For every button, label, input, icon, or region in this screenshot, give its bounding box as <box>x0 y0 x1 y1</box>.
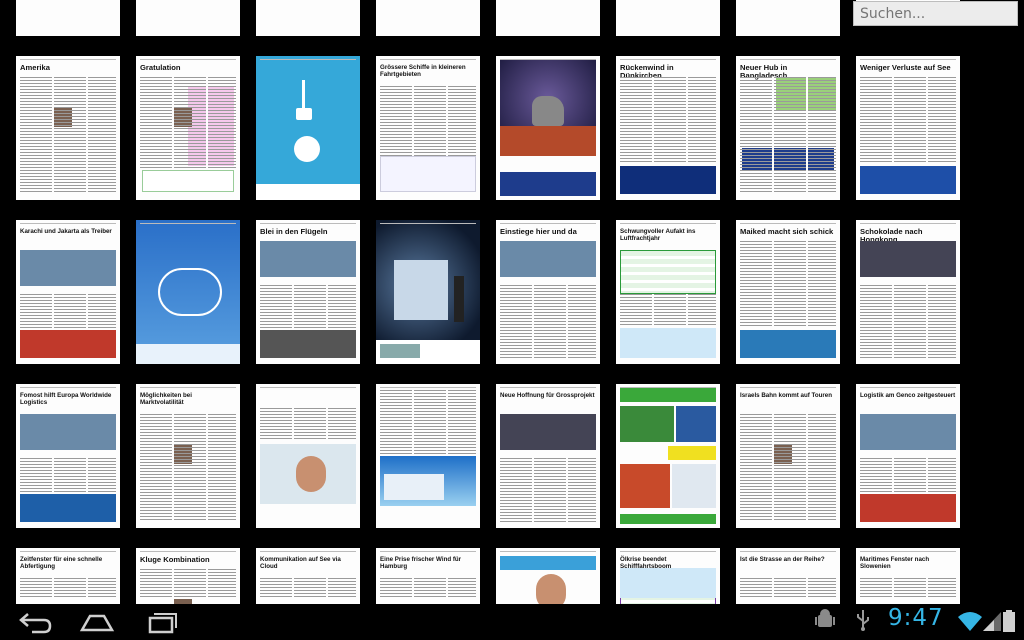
page-thumbnail[interactable]: Schwungvoller Aufakt ins Luftfrachtjahr <box>616 220 720 364</box>
page-thumbnail[interactable]: Fomost hilft Europa Worldwide Logistics <box>16 384 120 528</box>
page-thumbnail[interactable]: Maiked macht sich schick <box>736 220 840 364</box>
page-headline: Eine Prise frischer Wind für Hamburg <box>380 556 462 570</box>
page-thumbnail[interactable]: Neuer Hub in Bangladesch <box>736 56 840 200</box>
page-thumbnail-partial[interactable] <box>256 0 360 36</box>
page-thumbnail[interactable]: Möglichkeiten bei Marktvolatilität <box>136 384 240 528</box>
page-headline: Maritimes Fenster nach Slowenien <box>860 556 930 570</box>
page-thumbnail[interactable] <box>616 384 720 528</box>
page-thumbnail[interactable]: Schokolade nach Hongkong <box>856 220 960 364</box>
page-thumbnail[interactable]: Maritimes Fenster nach Slowenien <box>856 548 960 604</box>
page-thumbnail[interactable]: Israels Bahn kommt auf Touren <box>736 384 840 528</box>
page-thumbnail[interactable]: Kommunikation auf See via Cloud <box>256 548 360 604</box>
page-thumbnail[interactable]: Kluge Kombination <box>136 548 240 604</box>
recent-apps-button[interactable] <box>138 608 182 636</box>
page-thumbnail[interactable]: Gratulation <box>136 56 240 200</box>
page-thumbnail[interactable]: Logistik am Genco zeitgesteuert <box>856 384 960 528</box>
home-button[interactable] <box>74 608 118 636</box>
page-headline: Fomost hilft Europa Worldwide Logistics <box>20 392 112 406</box>
page-thumbnail[interactable]: Karachi und Jakarta als Treiber <box>16 220 120 364</box>
page-headline: Kluge Kombination <box>140 555 210 564</box>
debug-android-icon <box>815 609 835 627</box>
page-thumbnail-partial[interactable] <box>736 0 840 36</box>
wifi-icon <box>958 612 982 631</box>
page-thumbnail-partial[interactable] <box>16 0 120 36</box>
page-headline: Einstiege hier und da <box>500 227 577 236</box>
page-thumbnail-partial[interactable] <box>376 0 480 36</box>
page-thumbnail-partial[interactable] <box>616 0 720 36</box>
page-headline: Weniger Verluste auf See <box>860 63 951 72</box>
page-thumbnail-partial[interactable] <box>496 0 600 36</box>
page-headline: Schwungvoller Aufakt ins Luftfrachtjahr <box>620 228 696 242</box>
page-thumbnail[interactable] <box>496 548 600 604</box>
page-thumbnail[interactable]: Grössere Schiffe in kleineren Fahrtgebie… <box>376 56 480 200</box>
back-button[interactable] <box>12 608 56 636</box>
page-thumbnail[interactable] <box>376 384 480 528</box>
page-headline: Gratulation <box>140 63 181 72</box>
page-headline: Amerika <box>20 63 50 72</box>
page-thumbnail[interactable] <box>256 384 360 528</box>
page-thumbnail[interactable]: Blei in den Flügeln <box>256 220 360 364</box>
usb-icon <box>857 610 869 631</box>
home-icon <box>79 614 115 632</box>
page-thumbnail[interactable]: Zeitfenster für eine schnelle Abfertigun… <box>16 548 120 604</box>
page-thumbnail[interactable] <box>496 56 600 200</box>
page-headline: Möglichkeiten bei Marktvolatilität <box>140 392 192 406</box>
page-headline: Karachi und Jakarta als Treiber <box>20 228 112 235</box>
page-thumbnail[interactable] <box>136 220 240 364</box>
page-thumbnail[interactable]: Weniger Verluste auf See <box>856 56 960 200</box>
page-thumbnail[interactable]: Ist die Strasse an der Reihe? <box>736 548 840 604</box>
page-headline: Zeitfenster für eine schnelle Abfertigun… <box>20 556 103 570</box>
back-icon <box>19 613 52 634</box>
page-headline: Kommunikation auf See via Cloud <box>260 556 341 570</box>
page-headline: Grössere Schiffe in kleineren Fahrtgebie… <box>380 64 466 78</box>
recent-apps-icon <box>148 613 177 634</box>
page-headline: Blei in den Flügeln <box>260 227 328 236</box>
page-thumbnail[interactable]: Einstiege hier und da <box>496 220 600 364</box>
status-clock: 9:47 <box>888 605 944 631</box>
page-thumbnail[interactable]: Rückenwind in Dünkirchen <box>616 56 720 200</box>
page-headline: Maiked macht sich schick <box>740 227 834 236</box>
page-thumbnail-partial[interactable] <box>136 0 240 36</box>
page-thumbnail[interactable]: Eine Prise frischer Wind für Hamburg <box>376 548 480 604</box>
page-headline: Ist die Strasse an der Reihe? <box>740 556 825 563</box>
page-headline: Logistik am Genco zeitgesteuert <box>860 392 956 399</box>
page-thumbnail[interactable]: Neue Hoffnung für Grossprojekt <box>496 384 600 528</box>
page-thumbnail[interactable]: Amerika <box>16 56 120 200</box>
page-thumbnail[interactable] <box>256 56 360 200</box>
magazine-page-grid: Amerika Gratulation Grössere Schiffe in kl… <box>0 0 1024 604</box>
page-thumbnail[interactable] <box>376 220 480 364</box>
page-headline: Neue Hoffnung für Grossprojekt <box>500 392 595 399</box>
signal-icon <box>983 612 1001 631</box>
page-thumbnail[interactable]: Ölkrise beendet Schifffahrtsboom <box>616 548 720 604</box>
page-headline: Israels Bahn kommt auf Touren <box>740 392 833 399</box>
battery-icon <box>1003 610 1015 632</box>
search-input[interactable] <box>853 1 1018 26</box>
